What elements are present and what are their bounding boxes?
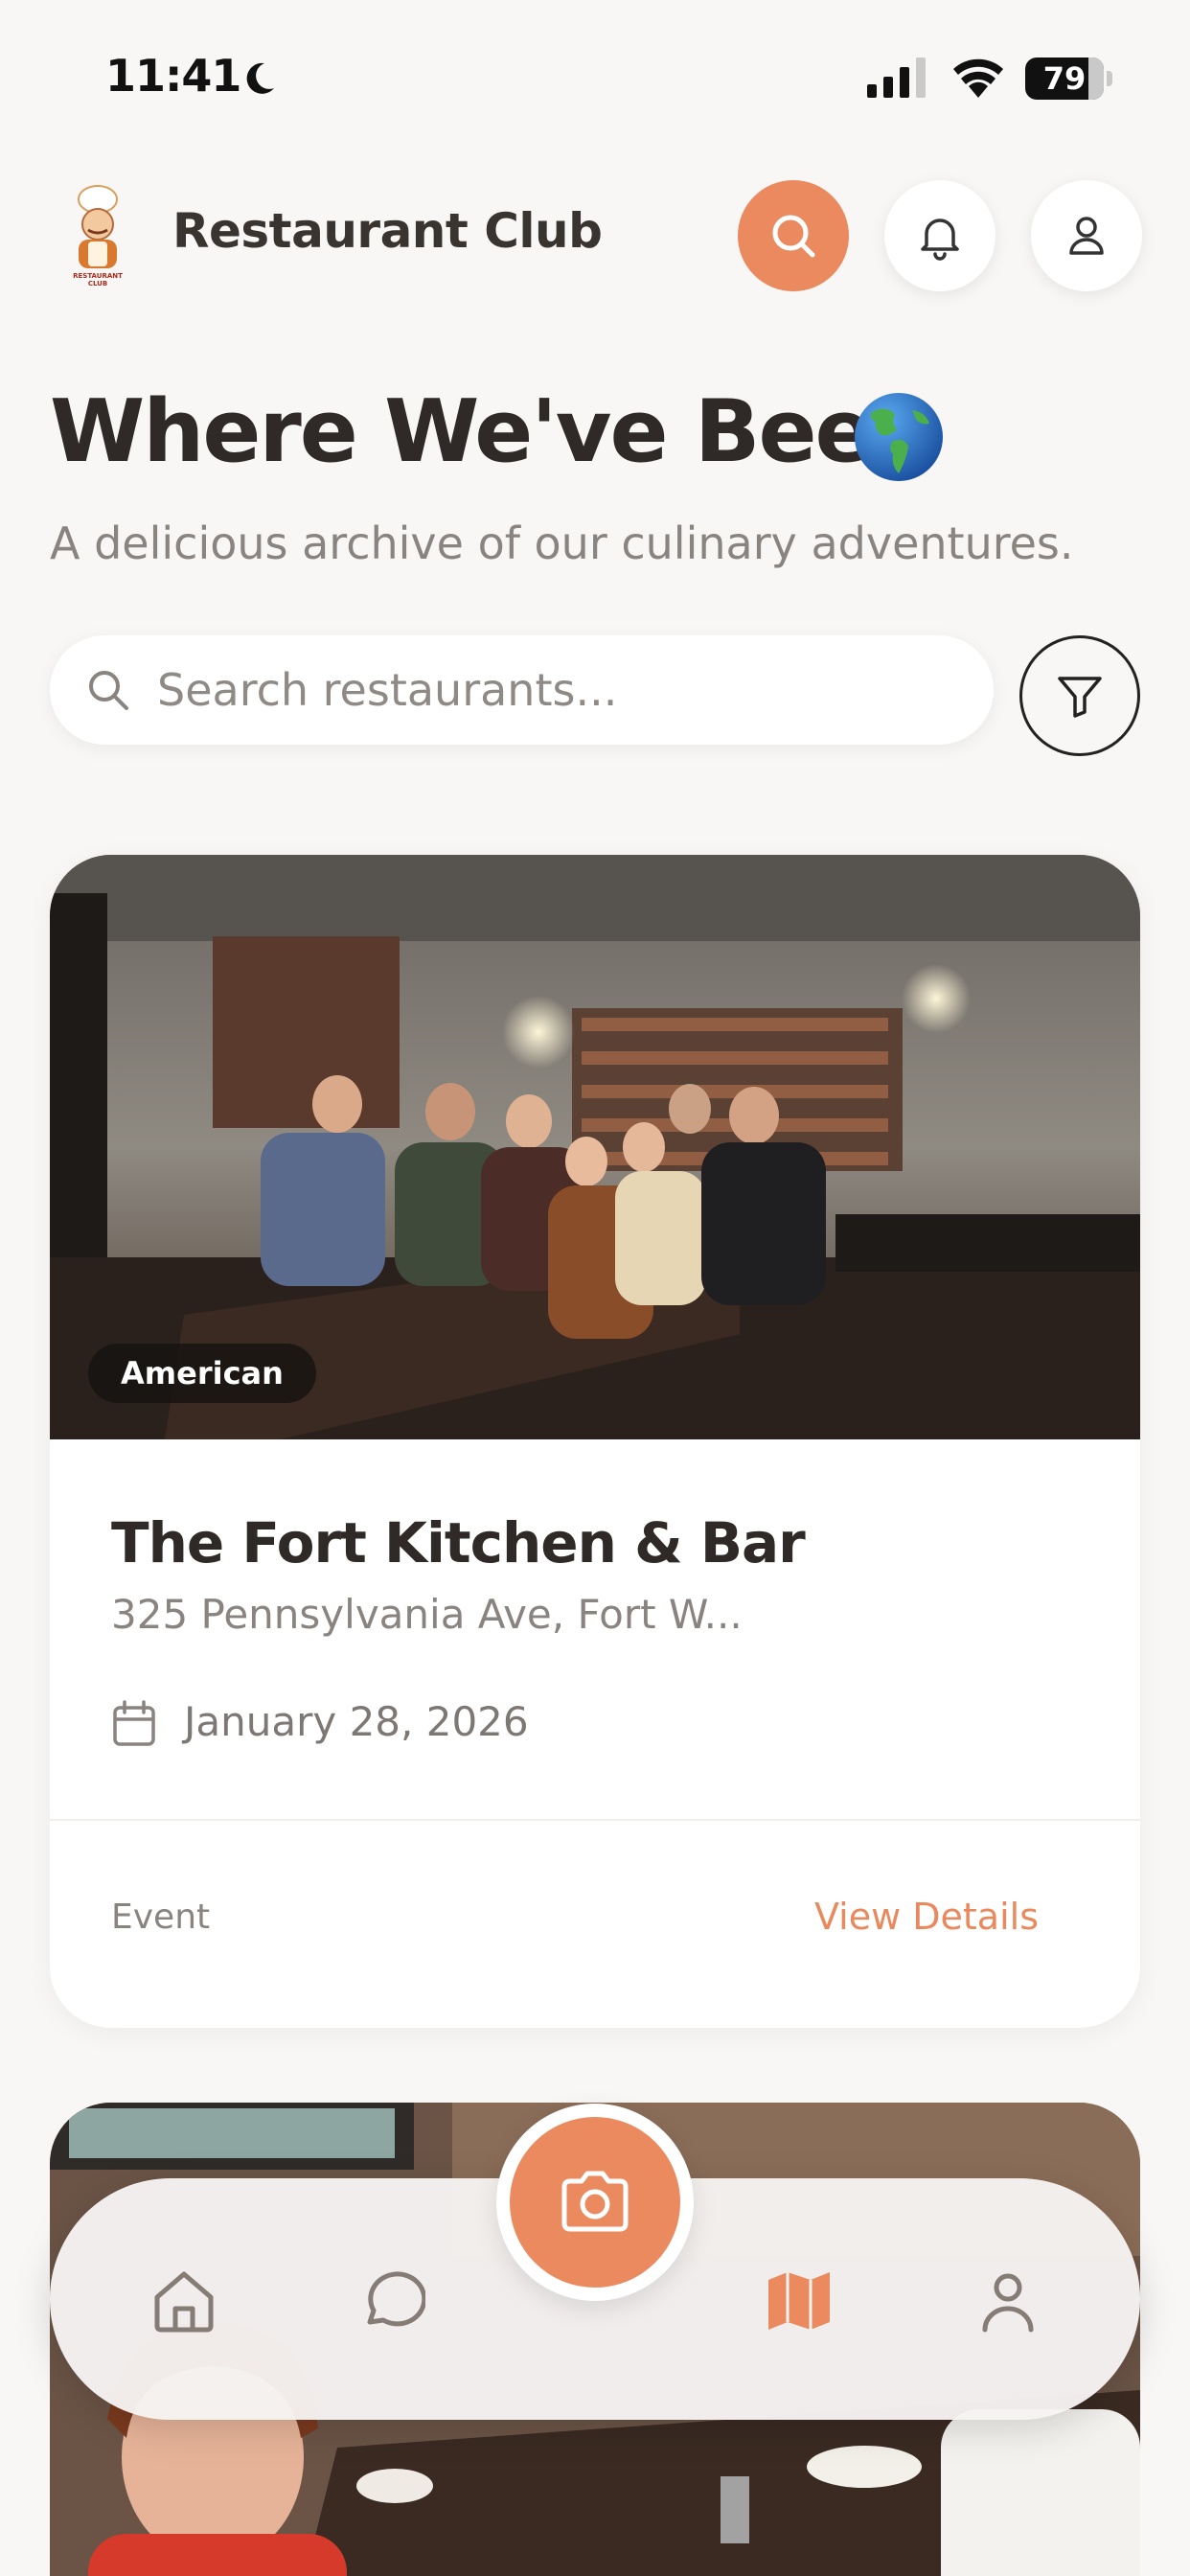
globe-icon [855,393,943,481]
visit-type: Event [111,1898,211,1937]
search-bar[interactable] [50,635,994,745]
restaurant-address: 325 Pennsylvania Ave, Fort W... [111,1591,743,1638]
filter-button[interactable] [1019,635,1140,756]
header-search-button[interactable] [738,180,849,291]
visit-date: January 28, 2026 [184,1698,529,1745]
battery-level: 79 [1042,60,1087,97]
nav-map[interactable] [761,2263,837,2339]
svg-text:CLUB: CLUB [88,280,107,288]
restaurant-name: The Fort Kitchen & Bar [111,1510,806,1576]
view-details-link[interactable]: View Details [814,1896,1039,1938]
notifications-button[interactable] [884,180,995,291]
profile-icon [982,2273,1034,2333]
bell-icon [921,218,959,261]
card-divider [50,1819,1140,1821]
nav-home[interactable] [146,2263,222,2339]
search-input[interactable] [157,635,962,745]
status-time: 11:41 [105,50,241,102]
home-icon [154,2271,214,2333]
cuisine-badge: American [88,1344,316,1403]
filter-icon [1058,677,1102,718]
chef-logo: RESTAURANT CLUB [73,185,123,288]
page-subtitle: A delicious archive of our culinary adve… [50,518,1074,569]
account-button[interactable] [1031,180,1142,291]
svg-text:RESTAURANT: RESTAURANT [73,272,123,280]
battery-indicator: 79 [1025,58,1113,100]
status-bar: 11:41 79 [0,0,1190,153]
page-title: Where We've Been [50,381,933,482]
search-icon [772,215,815,258]
nav-profile[interactable] [970,2263,1046,2339]
calendar-icon [113,1700,155,1746]
restaurant-card[interactable]: American The Fort Kitchen & Bar 325 Penn… [50,855,1140,2028]
chat-icon [367,2271,425,2327]
wifi-icon [953,58,1003,98]
camera-icon [561,2171,629,2232]
search-icon [89,671,128,710]
camera-button[interactable] [496,2104,694,2301]
map-icon [768,2272,830,2330]
moon-icon [246,62,274,94]
user-icon [1069,217,1104,255]
app-name: Restaurant Club [172,203,603,259]
nav-chat[interactable] [353,2263,429,2339]
cellular-signal-icon [867,58,926,98]
